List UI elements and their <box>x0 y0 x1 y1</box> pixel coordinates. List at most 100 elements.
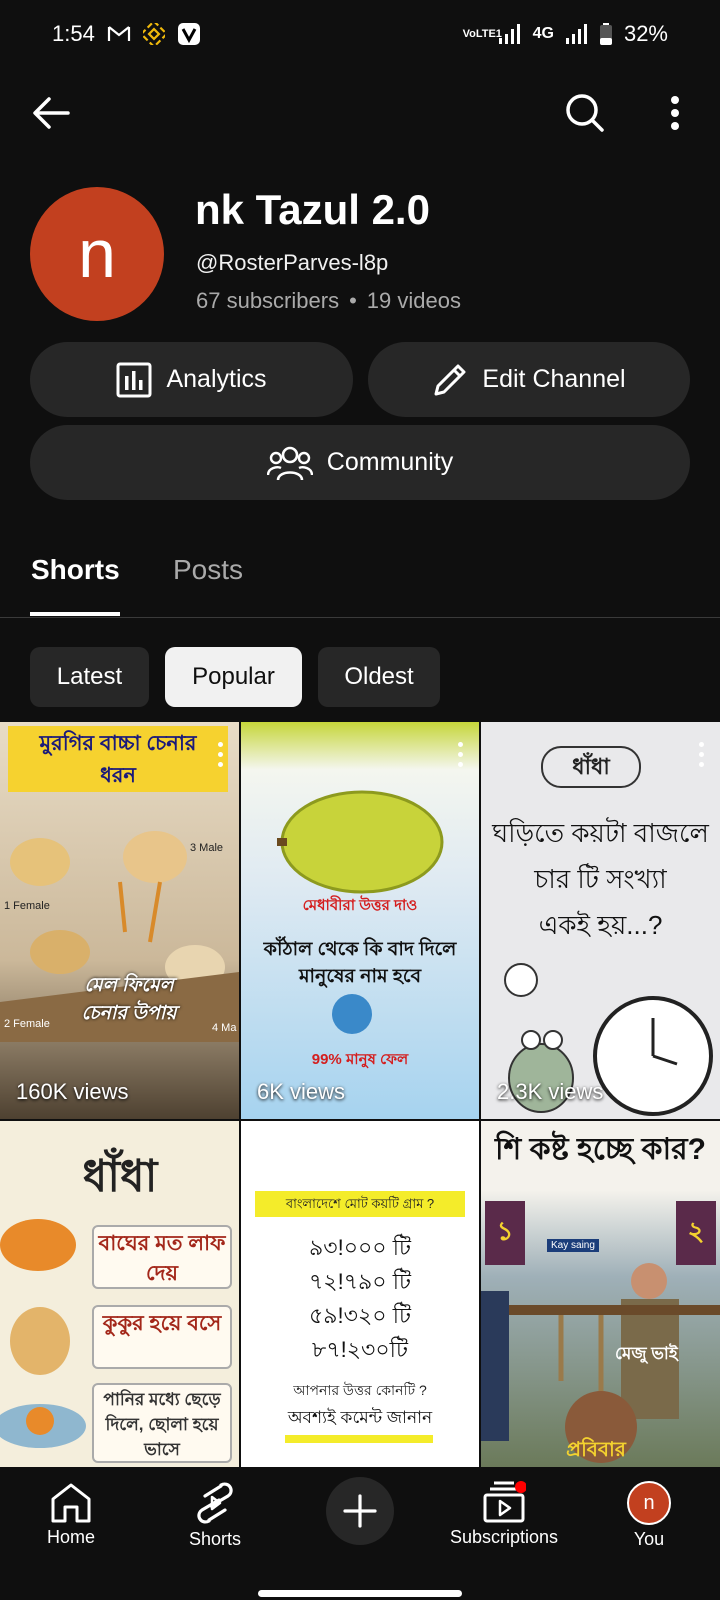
logo-badge <box>332 994 372 1034</box>
thumb-line: মেধাবীরা উত্তর দাও <box>302 897 418 914</box>
you-avatar: n <box>627 1481 671 1525</box>
thumb-question: কাঁঠাল থেকে কি বাদ দিলে মানুষের নাম হবে <box>241 936 479 990</box>
nav-home-label: Home <box>46 1527 95 1547</box>
thumb-line: 99% মানুষ ফেল <box>311 1051 409 1068</box>
thumb-option: ৫৯!৩২০ টি <box>309 1303 411 1328</box>
short-more-button[interactable] <box>699 742 704 767</box>
edit-channel-label: Edit Channel <box>482 365 626 393</box>
analytics-label: Analytics <box>166 365 267 393</box>
thumb-option: কুকুর হয়ে বসে <box>92 1305 232 1369</box>
nav-you-label: You <box>633 1529 665 1549</box>
short-more-button[interactable] <box>458 742 463 767</box>
short-view-count: 2.3K views <box>497 1079 604 1104</box>
home-icon <box>51 1483 91 1523</box>
thumb-footer: প্রবিবার <box>566 1439 626 1461</box>
thumb-strip <box>285 1435 433 1443</box>
thumb-option: পানির মধ্যে ছেড়ে দিলে, ছোলা হয়ে ভাসে <box>92 1383 232 1463</box>
thumb-header: শি কষ্ট হচ্ছে কার? <box>494 1133 707 1166</box>
subscriptions-icon <box>483 1481 526 1523</box>
thumb-question-line: কাঁঠাল থেকে কি বাদ দিলে <box>263 939 457 960</box>
channel-tabs: Shorts Posts <box>0 540 720 618</box>
tab-posts[interactable]: Posts <box>173 554 243 586</box>
nav-you[interactable]: n You <box>584 1481 714 1550</box>
subscriber-count: 67 subscribers <box>196 288 340 313</box>
thumb-caption-line: চেনার উপায় <box>81 1003 177 1024</box>
shorts-icon <box>197 1482 233 1524</box>
thumb-caption-line: মেল ফিমেল <box>84 975 174 996</box>
thumb-badge: ১ <box>485 1201 525 1265</box>
search-icon <box>566 94 604 132</box>
channel-name: nk Tazul 2.0 <box>195 186 430 233</box>
plus-icon <box>343 1494 377 1528</box>
chip-oldest[interactable]: Oldest <box>318 647 440 707</box>
analytics-button[interactable]: Analytics <box>30 342 353 417</box>
bottom-navigation: Home Shorts Subscriptions n You <box>0 1467 720 1600</box>
you-avatar-letter: n <box>643 1491 655 1514</box>
more-vert-icon <box>671 96 679 130</box>
thumb-label: মেজু ভাই <box>615 1344 678 1363</box>
people-icon <box>266 446 313 480</box>
channel-avatar[interactable]: n <box>30 187 164 321</box>
short-view-count: 160K views <box>16 1079 129 1104</box>
channel-stats: 67 subscribers • 19 videos <box>196 288 461 314</box>
animals-illustration <box>0 1219 86 1448</box>
jackfruit-illustration <box>277 790 444 894</box>
network-type-label: 4G <box>532 25 554 42</box>
thumb-title-line: মুরগির বাচ্চা চেনার <box>39 732 197 755</box>
short-thumbnail[interactable]: বাংলাদেশে মোট কয়টি গ্রাম ? ৯৩!০০০ টি ৭২… <box>241 1121 479 1467</box>
thumb-cta: অবশ্যই কমেন্ট জানান <box>287 1408 433 1427</box>
short-thumbnail[interactable]: মুরগির বাচ্চা চেনার ধরন 1 Female 3 Male … <box>0 722 239 1119</box>
short-thumbnail[interactable]: মেধাবীরা উত্তর দাও কাঁঠাল থেকে কি বাদ দি… <box>241 722 479 1119</box>
thumb-caption: মেল ফিমেল চেনার উপায় <box>54 972 204 1028</box>
video-count: 19 videos <box>366 288 461 313</box>
create-button[interactable] <box>326 1477 394 1545</box>
volte-label: VoLTE1 <box>462 28 502 40</box>
status-time: 1:54 <box>52 21 95 46</box>
edit-channel-button[interactable]: Edit Channel <box>368 342 690 417</box>
thumb-label: 2 Female <box>4 1018 50 1030</box>
short-thumbnail[interactable]: ধাঁধা ঘড়িতে কয়টা বাজলে চার টি সংখ্যা এ… <box>481 722 720 1119</box>
thumb-option: ৯৩!০০০ টি <box>309 1235 411 1260</box>
nav-subscriptions-label: Subscriptions <box>449 1527 559 1547</box>
community-button[interactable]: Community <box>30 425 690 500</box>
chip-latest[interactable]: Latest <box>30 647 149 707</box>
thumb-option: ৮৭!২৩০টি <box>312 1337 408 1362</box>
more-options-button[interactable] <box>642 80 708 146</box>
battery-icon <box>599 23 612 45</box>
gmail-icon <box>107 25 131 43</box>
stats-separator: • <box>349 288 357 313</box>
avatar-letter: n <box>78 216 116 292</box>
analytics-icon <box>116 362 152 397</box>
community-label: Community <box>326 448 454 476</box>
thumb-badge: ধাঁধা <box>541 746 641 788</box>
home-indicator[interactable] <box>258 1590 462 1597</box>
thumb-label: 3 Male <box>190 842 224 854</box>
thumb-question-line: একই হয়...? <box>538 910 663 940</box>
channel-handle: @RosterParves-l8p <box>196 250 389 275</box>
search-button[interactable] <box>552 80 618 146</box>
tab-shorts[interactable]: Shorts <box>31 554 120 586</box>
pencil-icon <box>434 364 466 395</box>
thumb-question-line: ঘড়িতে কয়টা বাজলে <box>492 818 709 848</box>
thumb-label: 1 Female <box>4 900 50 912</box>
short-thumbnail[interactable]: ধাঁধা বাঘের মত লাফ দেয় কুকুর হয়ে বসে প… <box>0 1121 239 1467</box>
thumb-title-line: ধরন <box>100 764 136 787</box>
nav-shorts[interactable]: Shorts <box>150 1481 280 1550</box>
nav-shorts-label: Shorts <box>188 1529 242 1549</box>
short-view-count: 6K views <box>257 1079 346 1104</box>
thumb-option: বাঘের মত লাফ দেয় <box>92 1225 232 1289</box>
short-thumbnail[interactable]: শি কষ্ট হচ্ছে কার? ১ ২ Kay saing মেজু ভা… <box>481 1121 720 1467</box>
signal-icon <box>498 24 521 44</box>
status-bar: 1:54 VoLTE1 4G 32% <box>0 0 720 68</box>
thumb-header: বাংলাদেশে মোট কয়টি গ্রাম ? <box>255 1191 465 1217</box>
short-more-button[interactable] <box>218 742 223 767</box>
signal-2-icon <box>565 24 588 44</box>
thumb-option: ৭২!৭৯০ টি <box>309 1269 411 1294</box>
back-button[interactable] <box>18 80 84 146</box>
chip-popular[interactable]: Popular <box>165 647 302 707</box>
thumb-question-line: চার টি সংখ্যা <box>534 864 667 894</box>
thumb-title: মুরগির বাচ্চা চেনার ধরন <box>8 728 228 792</box>
nav-subscriptions[interactable]: Subscriptions <box>439 1481 569 1548</box>
nav-home[interactable]: Home <box>6 1481 136 1548</box>
thumb-badge: ২ <box>676 1201 716 1265</box>
